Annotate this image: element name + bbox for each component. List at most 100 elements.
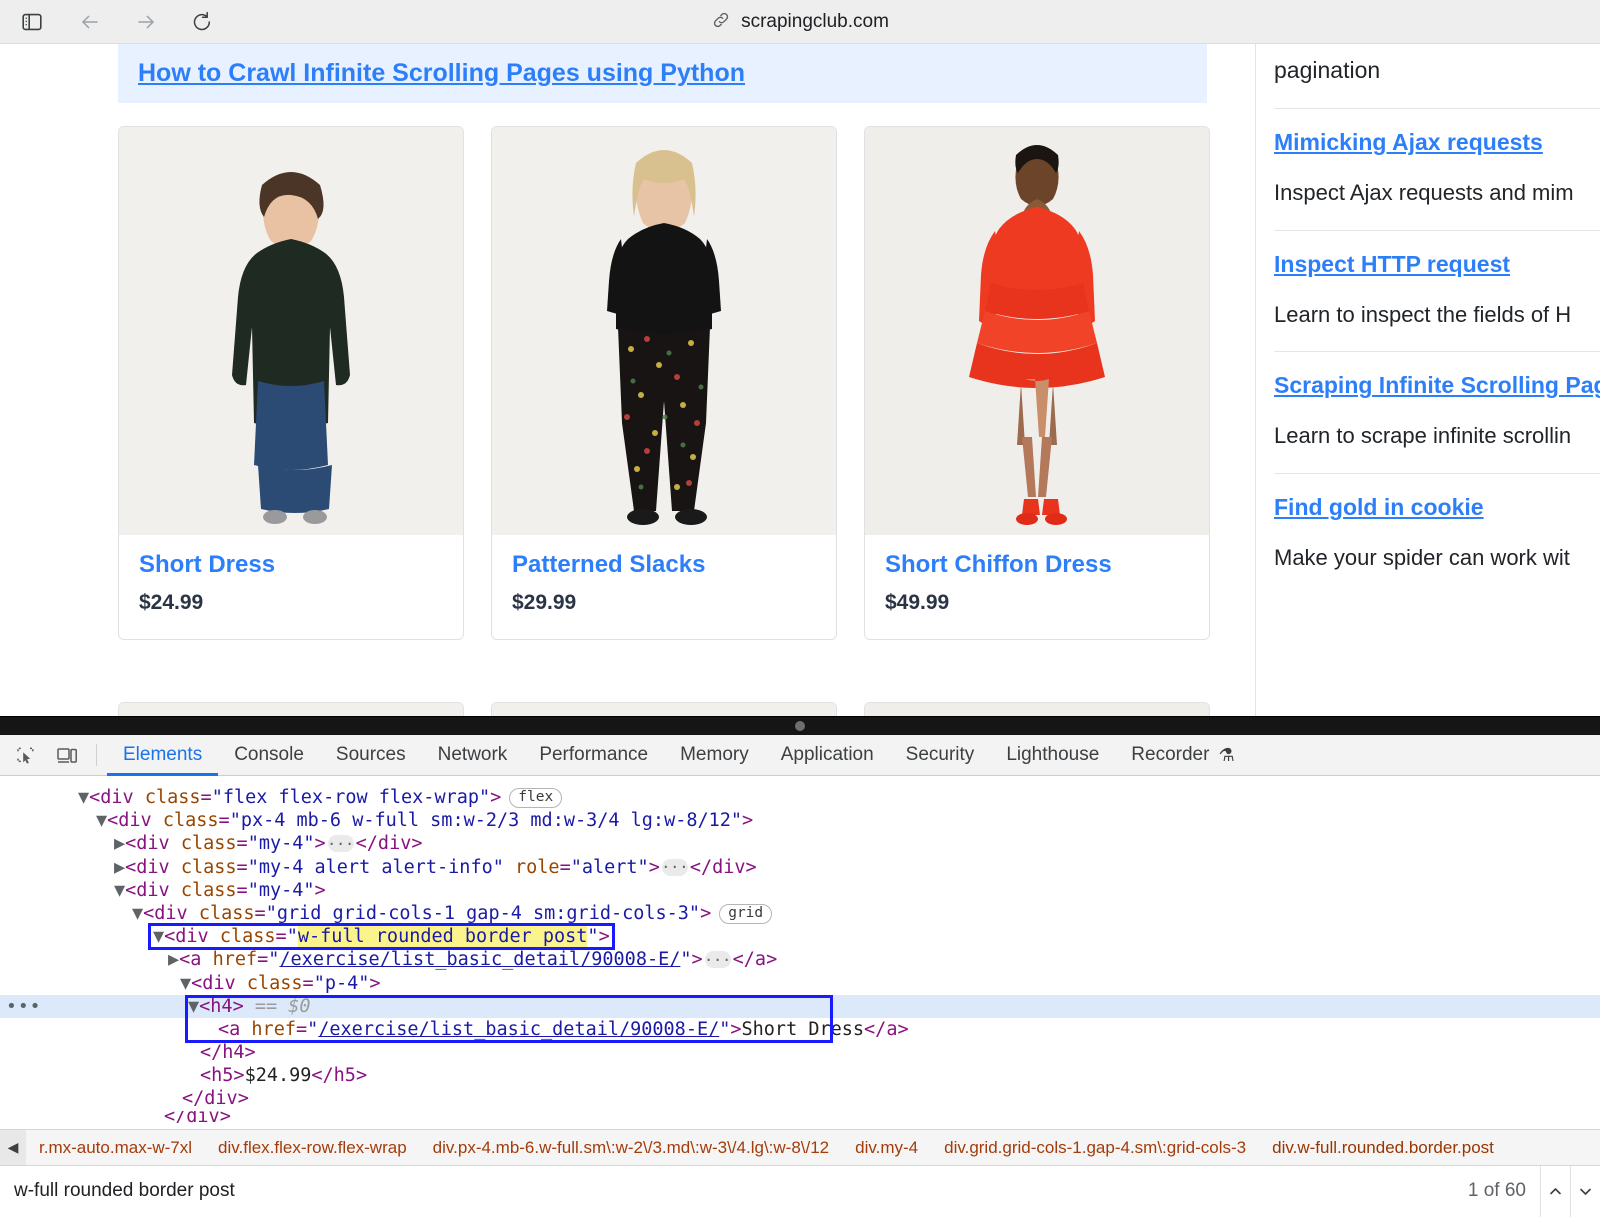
more-options-icon[interactable]: ••• (6, 995, 42, 1018)
sidebar-link-find-gold-in-cookie[interactable]: Find gold in cookie (1274, 492, 1600, 523)
product-card[interactable]: Short Chiffon Dress $49.99 (864, 126, 1210, 640)
dom-node-div-close-1: </div> (0, 1087, 1600, 1110)
product-image-short-chiffon-dress[interactable] (865, 127, 1209, 535)
product-title-link[interactable]: Short Chiffon Dress (885, 551, 1112, 578)
breadcrumb-item[interactable]: div.px-4.mb-6.w-full.sm\:w-2\/3.md\:w-3\… (420, 1138, 842, 1158)
devtools-resize-handle[interactable] (0, 717, 1600, 735)
sidebar-link-scraping-infinite-scrolling-pages[interactable]: Scraping Infinite Scrolling Pag (1274, 370, 1600, 401)
expand-triangle-icon[interactable]: ▼ (180, 972, 191, 995)
sidebar-toggle-icon[interactable] (12, 2, 52, 42)
dom-close-tag: </h4> (200, 1041, 256, 1064)
dom-href-link[interactable]: /exercise/list_basic_detail/90008-E/ (279, 948, 680, 971)
sidebar-entry: Find gold in cookie Make your spider can… (1274, 474, 1600, 573)
dom-node-h4-selected[interactable]: •••▼<h4> == $0 (0, 995, 1600, 1018)
dom-node-post-search-match[interactable]: ▼<div class="w-full rounded border post"… (0, 925, 1600, 948)
tab-sources[interactable]: Sources (320, 735, 422, 776)
breadcrumb-scroll-left-icon[interactable]: ◀ (0, 1130, 26, 1166)
product-price: $24.99 (139, 591, 443, 615)
breadcrumb-item[interactable]: div.my-4 (842, 1138, 931, 1158)
expand-triangle-icon[interactable]: ▼ (153, 926, 164, 947)
dom-tag: h4 (210, 995, 232, 1018)
product-image-partial-3[interactable] (865, 703, 1209, 716)
tab-elements[interactable]: Elements (107, 735, 218, 776)
product-image-short-dress[interactable] (119, 127, 463, 535)
alert-banner-link[interactable]: How to Crawl Infinite Scrolling Pages us… (138, 59, 745, 88)
breadcrumb-item[interactable]: div.flex.flex-row.flex-wrap (205, 1138, 420, 1158)
dom-attr: class (145, 786, 201, 809)
back-arrow-icon[interactable] (70, 2, 110, 42)
search-highlight: w-full rounded border post (298, 926, 588, 947)
grid-badge[interactable]: grid (719, 904, 772, 924)
dom-node-h5-price[interactable]: <h5>$24.99</h5> (0, 1064, 1600, 1087)
expand-ellipsis-icon[interactable]: ··· (705, 951, 731, 968)
expand-triangle-icon[interactable]: ▼ (132, 902, 143, 925)
expand-triangle-icon[interactable]: ▼ (78, 786, 89, 809)
dom-node-p4[interactable]: ▼<div class="p-4"> (0, 972, 1600, 995)
dom-href-link[interactable]: /exercise/list_basic_detail/90008-E/ (318, 1018, 719, 1041)
dom-node-anchor-short-dress[interactable]: <a href="/exercise/list_basic_detail/900… (0, 1018, 1600, 1041)
breadcrumb-item[interactable]: r.mx-auto.max-w-7xl (26, 1138, 205, 1158)
page-right-sidebar: pagination Mimicking Ajax requests Inspe… (1255, 44, 1600, 716)
search-input[interactable] (0, 1180, 1468, 1202)
product-card[interactable]: Short Dress $24.99 (118, 126, 464, 640)
tab-network[interactable]: Network (422, 735, 524, 776)
tab-lighthouse[interactable]: Lighthouse (990, 735, 1115, 776)
breadcrumb-item-current[interactable]: div.w-full.rounded.border.post (1259, 1138, 1507, 1158)
product-card[interactable] (864, 702, 1210, 716)
collapse-triangle-icon[interactable]: ▶ (168, 948, 179, 971)
dom-tag: h5 (211, 1064, 233, 1087)
tab-security[interactable]: Security (890, 735, 991, 776)
product-card[interactable]: Patterned Slacks $29.99 (491, 126, 837, 640)
tab-console[interactable]: Console (218, 735, 320, 776)
tab-performance[interactable]: Performance (523, 735, 664, 776)
flex-badge[interactable]: flex (509, 788, 562, 808)
inspect-element-icon[interactable] (8, 740, 42, 770)
sidebar-entry: Inspect HTTP request Learn to inspect th… (1274, 231, 1600, 330)
reload-icon[interactable] (182, 2, 222, 42)
expand-triangle-icon[interactable]: ▼ (114, 879, 125, 902)
device-toolbar-icon[interactable] (50, 740, 84, 770)
tab-label: Sources (336, 744, 406, 766)
dom-node-px4-mb6[interactable]: ▼<div class="px-4 mb-6 w-full sm:w-2/3 m… (0, 809, 1600, 832)
expand-triangle-icon[interactable]: ▼ (96, 809, 107, 832)
product-grid-row-2 (118, 702, 1210, 716)
breadcrumb-item[interactable]: div.grid.grid-cols-1.gap-4.sm\:grid-cols… (931, 1138, 1259, 1158)
sidebar-link-mimicking-ajax-requests[interactable]: Mimicking Ajax requests (1274, 127, 1600, 158)
chevron-up-icon[interactable] (1540, 1166, 1570, 1217)
product-price: $29.99 (512, 591, 816, 615)
dom-node-my4-collapsed-1[interactable]: ▶<div class="my-4">···</div> (0, 832, 1600, 855)
dom-attr-value: "my-4" (248, 879, 315, 902)
dom-node-grid[interactable]: ▼<div class="grid grid-cols-1 gap-4 sm:g… (0, 902, 1600, 925)
product-image-partial-1[interactable] (119, 703, 463, 716)
product-title-link[interactable]: Patterned Slacks (512, 551, 705, 578)
expand-ellipsis-icon[interactable]: ··· (328, 835, 354, 852)
dom-tree[interactable]: ▼<div class="flex flex-row flex-wrap">fl… (0, 776, 1600, 1129)
product-card[interactable] (118, 702, 464, 716)
search-result-count: 1 of 60 (1468, 1180, 1540, 1202)
product-title-link[interactable]: Short Dress (139, 551, 275, 578)
product-image-patterned-slacks[interactable] (492, 127, 836, 535)
tab-memory[interactable]: Memory (664, 735, 765, 776)
forward-arrow-icon[interactable] (126, 2, 166, 42)
dom-attr-value: "p-4" (314, 972, 370, 995)
dom-node-flex-row-wrap[interactable]: ▼<div class="flex flex-row flex-wrap">fl… (0, 786, 1600, 809)
tab-recorder[interactable]: Recorder ⚗ (1115, 735, 1250, 776)
dom-node-anchor-collapsed[interactable]: ▶<a href="/exercise/list_basic_detail/90… (0, 948, 1600, 971)
expand-triangle-icon[interactable]: ▼ (188, 995, 199, 1018)
tab-label: Recorder (1131, 744, 1209, 766)
tab-application[interactable]: Application (765, 735, 890, 776)
tab-label: Console (234, 744, 304, 766)
product-image-partial-2[interactable] (492, 703, 836, 716)
page-main-column: How to Crawl Infinite Scrolling Pages us… (0, 44, 1255, 716)
collapse-triangle-icon[interactable]: ▶ (114, 832, 125, 855)
dom-attr-value: "px-4 mb-6 w-full sm:w-2/3 md:w-3/4 lg:w… (230, 809, 742, 832)
sidebar-link-inspect-http-request[interactable]: Inspect HTTP request (1274, 249, 1600, 280)
dom-node-alert-info[interactable]: ▶<div class="my-4 alert alert-info" role… (0, 856, 1600, 879)
expand-ellipsis-icon[interactable]: ··· (662, 859, 688, 876)
dom-attr-value: "alert" (571, 856, 649, 879)
product-card[interactable] (491, 702, 837, 716)
chevron-down-icon[interactable] (1570, 1166, 1600, 1217)
collapse-triangle-icon[interactable]: ▶ (114, 856, 125, 879)
dom-node-my4-expanded[interactable]: ▼<div class="my-4"> (0, 879, 1600, 902)
devtools-panel: Elements Console Sources Network Perform… (0, 716, 1600, 1215)
